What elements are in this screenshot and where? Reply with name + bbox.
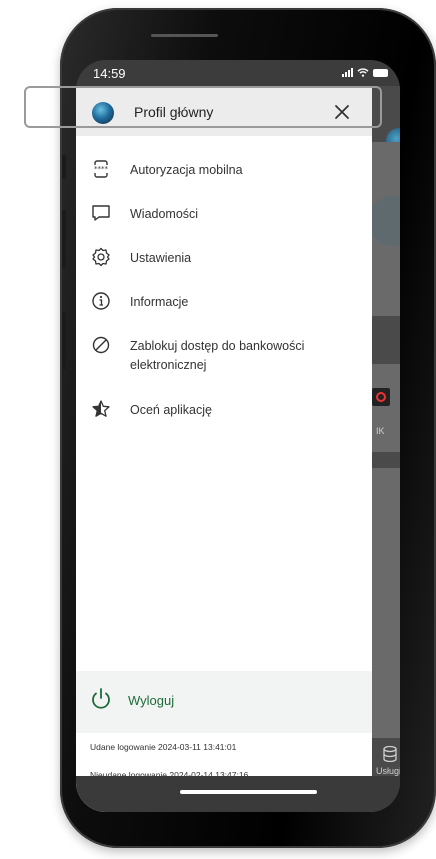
tab-services-label[interactable]: Usługi bbox=[376, 766, 400, 776]
mobile-auth-icon: **** bbox=[90, 158, 112, 180]
background-blik-icon bbox=[372, 388, 390, 406]
star-icon bbox=[90, 398, 112, 420]
home-bar-area bbox=[76, 776, 400, 812]
status-time: 14:59 bbox=[93, 66, 126, 81]
phone-side-button-volume-up bbox=[62, 210, 66, 268]
phone-side-button-silent bbox=[62, 155, 66, 179]
background-card-middle bbox=[368, 364, 400, 452]
header-highlight-frame bbox=[24, 86, 382, 128]
logout-button[interactable]: Wyloguj bbox=[90, 681, 350, 721]
menu-item-label: Zablokuj dostęp do bankowości elektronic… bbox=[130, 339, 305, 372]
svg-text:****: **** bbox=[94, 165, 109, 173]
status-bar: 14:59 bbox=[76, 60, 400, 86]
menu-item-label: Informacje bbox=[130, 295, 189, 309]
background-partial-label: IK bbox=[376, 426, 385, 436]
phone-speaker bbox=[151, 34, 218, 37]
phone-screen: 14:59 IK Usługi Profil główny **** Autor… bbox=[76, 60, 400, 812]
menu-item-block-access[interactable]: Zablokuj dostęp do bankowości elektronic… bbox=[90, 334, 360, 378]
signal-icon bbox=[342, 68, 353, 77]
last-success-login: Udane logowanie 2024-03-11 13:41:01 bbox=[90, 742, 237, 752]
block-icon bbox=[90, 334, 112, 356]
phone-side-button-volume-down bbox=[62, 312, 66, 370]
status-icons bbox=[342, 68, 388, 77]
menu-item-label: Oceń aplikację bbox=[130, 403, 212, 417]
message-icon bbox=[90, 202, 112, 224]
menu-item-mobile-auth[interactable]: **** Autoryzacja mobilna bbox=[90, 158, 360, 184]
background-card-bottom bbox=[368, 468, 400, 738]
wifi-icon bbox=[357, 68, 369, 77]
side-drawer: Profil główny **** Autoryzacja mobilna W… bbox=[76, 86, 372, 812]
logout-label: Wyloguj bbox=[128, 693, 175, 708]
menu-item-label: Ustawienia bbox=[130, 251, 192, 265]
menu-item-label: Wiadomości bbox=[130, 207, 199, 221]
power-icon bbox=[92, 688, 110, 709]
menu-item-label: Autoryzacja mobilna bbox=[130, 163, 243, 177]
gear-icon bbox=[90, 246, 112, 268]
menu-item-messages[interactable]: Wiadomości bbox=[90, 202, 360, 228]
menu-item-settings[interactable]: Ustawienia bbox=[90, 246, 360, 272]
home-indicator[interactable] bbox=[180, 790, 317, 794]
logout-area: Wyloguj bbox=[76, 671, 372, 733]
battery-icon bbox=[373, 68, 388, 77]
menu-item-rate-app[interactable]: Oceń aplikację bbox=[90, 398, 360, 424]
info-icon bbox=[90, 290, 112, 312]
database-icon bbox=[383, 746, 397, 762]
menu-item-info[interactable]: Informacje bbox=[90, 290, 360, 316]
